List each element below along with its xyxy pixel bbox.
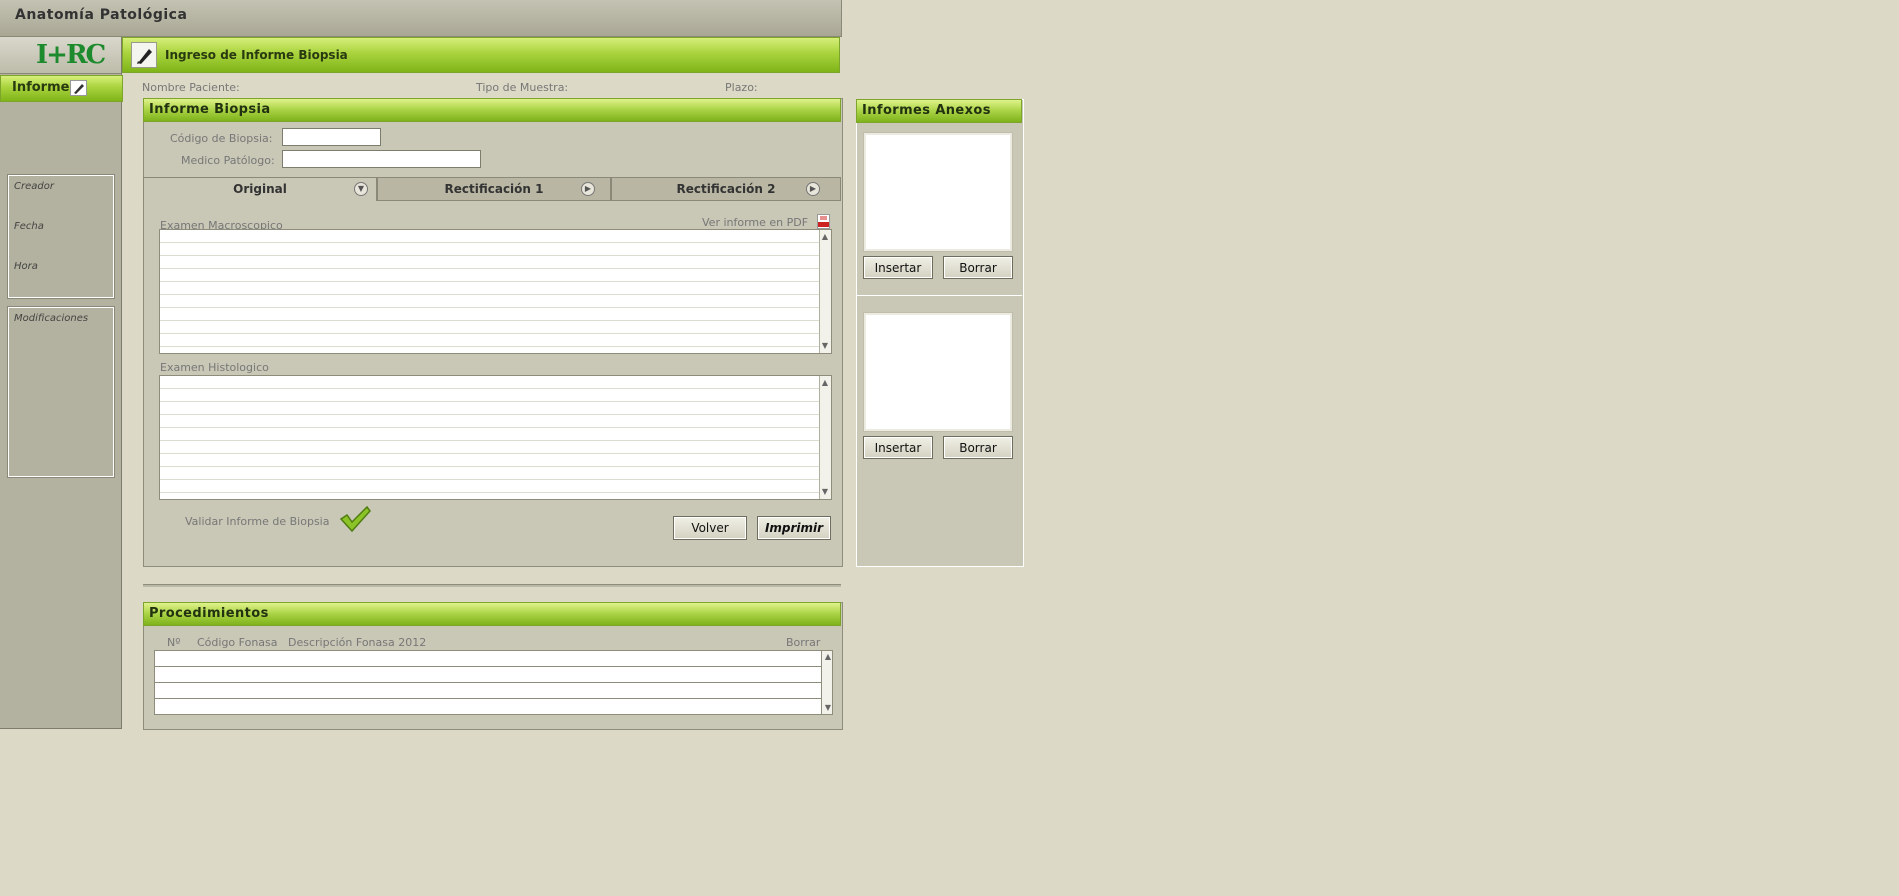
col-header-delete: Borrar: [786, 636, 821, 649]
scroll-up-icon[interactable]: ▲: [819, 378, 831, 388]
app-title: Anatomía Patológica: [15, 7, 188, 23]
biopsy-report-title: Informe Biopsia: [143, 98, 841, 122]
chevron-right-icon[interactable]: ▶: [581, 182, 595, 196]
tab-label: Rectificación 1: [444, 182, 544, 196]
table-row[interactable]: [154, 682, 822, 699]
validate-label: Validar Informe de Biopsia: [185, 515, 330, 528]
macro-exam-textarea[interactable]: [159, 229, 832, 354]
edit-icon: [131, 42, 157, 68]
creator-label: Creador: [14, 181, 54, 192]
date-label: Fecha: [14, 221, 44, 232]
annex-preview-1[interactable]: [863, 132, 1013, 252]
modifications-label: Modificaciones: [14, 313, 89, 324]
time-label: Hora: [14, 261, 38, 272]
annexes-title: Informes Anexos: [856, 99, 1022, 123]
modifications-box: [7, 306, 115, 478]
insert-annex-button[interactable]: Insertar: [863, 436, 933, 459]
scroll-down-icon[interactable]: ▼: [822, 703, 834, 713]
delete-annex-button[interactable]: Borrar: [943, 256, 1013, 279]
tab-original[interactable]: Original: [143, 177, 377, 201]
chevron-right-icon[interactable]: ▶: [806, 182, 820, 196]
edit-icon: [70, 80, 87, 96]
table-row[interactable]: [154, 666, 822, 683]
delete-annex-button[interactable]: Borrar: [943, 436, 1013, 459]
back-button[interactable]: Volver: [673, 516, 747, 540]
tab-rectificacion-1[interactable]: Rectificación 1: [377, 177, 611, 201]
pathologist-label: Medico Patólogo:: [181, 154, 275, 167]
col-header-fonasa-desc: Descripción Fonasa 2012: [288, 636, 427, 649]
insert-annex-button[interactable]: Insertar: [863, 256, 933, 279]
scroll-down-icon[interactable]: ▼: [819, 341, 831, 351]
histo-scrollbar[interactable]: [819, 376, 831, 499]
sample-type-label: Tipo de Muestra:: [476, 81, 569, 94]
chevron-down-icon[interactable]: ▼: [354, 182, 368, 196]
procedures-title: Procedimientos: [143, 602, 841, 626]
logo: I+RC: [36, 40, 106, 70]
record-info-box: [7, 174, 115, 299]
col-header-fonasa-code: Código Fonasa: [197, 636, 278, 649]
scroll-down-icon[interactable]: ▼: [819, 487, 831, 497]
tab-label: Original: [233, 182, 287, 196]
divider: [143, 584, 841, 587]
annex-preview-2[interactable]: [863, 312, 1013, 432]
histo-exam-textarea[interactable]: [159, 375, 832, 500]
histo-exam-label: Examen Histologico: [160, 361, 269, 374]
print-button[interactable]: Imprimir: [757, 516, 831, 540]
table-row[interactable]: [154, 698, 822, 715]
scroll-up-icon[interactable]: ▲: [822, 652, 834, 662]
checkmark-icon[interactable]: [339, 505, 371, 533]
biopsy-code-label: Código de Biopsia:: [170, 132, 273, 145]
page-title: Ingreso de Informe Biopsia: [165, 48, 348, 62]
deadline-label: Plazo:: [725, 81, 758, 94]
macro-scrollbar[interactable]: [819, 230, 831, 353]
biopsy-code-input[interactable]: [282, 128, 381, 146]
pdf-icon[interactable]: [817, 214, 830, 229]
table-row[interactable]: [154, 650, 822, 667]
tab-label: Rectificación 2: [676, 182, 776, 196]
patient-name-label: Nombre Paciente:: [142, 81, 240, 94]
pathologist-input[interactable]: [282, 150, 481, 168]
col-header-number: Nº: [167, 636, 181, 649]
divider: [857, 295, 1022, 296]
view-pdf-link[interactable]: Ver informe en PDF: [702, 216, 808, 229]
scroll-up-icon[interactable]: ▲: [819, 232, 831, 242]
sidebar-tab-label: Informe: [12, 80, 70, 95]
